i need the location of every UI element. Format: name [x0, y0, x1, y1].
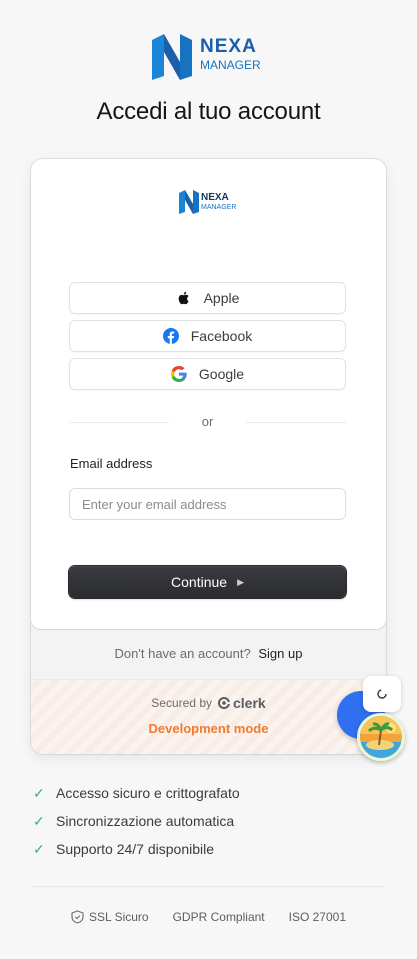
ssl-text: SSL Sicuro [89, 910, 149, 924]
page-title: Accedi al tuo account [96, 98, 321, 125]
trust-footer: SSL Sicuro GDPR Compliant ISO 27001 [0, 910, 417, 924]
card-logo: NEXA MANAGER [179, 190, 236, 214]
continue-button[interactable]: Continue ▶ [69, 566, 346, 598]
apple-sign-in-button[interactable]: Apple [69, 282, 346, 314]
facebook-sign-in-button[interactable]: Facebook [69, 320, 346, 352]
signup-row: Don't have an account? Sign up [31, 646, 386, 661]
ssl-badge: SSL Sicuro [71, 910, 149, 924]
apple-icon [176, 290, 192, 306]
card-logo-top-text: NEXA [201, 192, 229, 203]
divider-line-right [246, 422, 346, 423]
feature-text: Supporto 24/7 disponibile [56, 841, 215, 857]
check-icon: ✓ [33, 812, 45, 829]
clerk-logo[interactable]: clerk [218, 695, 266, 711]
google-sign-in-button[interactable]: Google [69, 358, 346, 390]
logo-bottom-text: MANAGER [200, 58, 261, 72]
email-input[interactable] [69, 488, 346, 520]
island-avatar-icon[interactable] [357, 713, 405, 761]
continue-label: Continue [171, 574, 228, 590]
check-icon: ✓ [33, 840, 45, 857]
facebook-button-label: Facebook [190, 328, 253, 344]
logo-top-text: NEXA [200, 36, 257, 57]
google-icon [170, 366, 187, 382]
check-icon: ✓ [33, 784, 45, 801]
shield-icon [71, 910, 84, 924]
footer-divider [32, 886, 385, 887]
sign-in-form-panel: NEXA MANAGER Apple Facebook Google or Em… [31, 159, 386, 629]
nexa-manager-logo: NEXA MANAGER [152, 34, 261, 80]
feature-list: ✓ Accesso sicuro e crittografato ✓ Sincr… [33, 779, 240, 863]
dev-mode-footer: Secured by clerk Development mode [31, 679, 386, 754]
email-label: Email address [70, 456, 153, 471]
feature-text: Accesso sicuro e crittografato [56, 785, 240, 801]
facebook-icon [162, 328, 179, 344]
feature-text: Sincronizzazione automatica [56, 813, 235, 829]
google-button-label: Google [198, 366, 245, 382]
feature-item: ✓ Accesso sicuro e crittografato [33, 779, 240, 807]
caret-right-icon: ▶ [237, 576, 244, 587]
feature-item: ✓ Supporto 24/7 disponibile [33, 835, 240, 863]
card-logo-bottom-text: MANAGER [201, 204, 236, 211]
feature-item: ✓ Sincronizzazione automatica [33, 807, 240, 835]
clerk-wordmark: clerk [233, 695, 266, 711]
sign-up-link[interactable]: Sign up [258, 646, 302, 661]
gdpr-badge: GDPR Compliant [173, 910, 265, 924]
clerk-mark-icon [218, 697, 230, 709]
iso-badge: ISO 27001 [289, 910, 346, 924]
secured-by-text: Secured by [151, 696, 212, 710]
iso-text: ISO 27001 [288, 910, 346, 924]
signup-prompt: Don't have an account? [114, 646, 251, 661]
sign-in-card: NEXA MANAGER Apple Facebook Google or Em… [31, 159, 386, 754]
spinner-icon [377, 689, 387, 699]
development-mode-label: Development mode [148, 721, 269, 736]
secured-by: Secured by clerk [31, 695, 386, 711]
apple-button-label: Apple [203, 290, 240, 306]
gdpr-text: GDPR Compliant [172, 910, 265, 924]
or-divider: or [69, 414, 346, 430]
floating-toolbar-button[interactable] [363, 676, 401, 712]
